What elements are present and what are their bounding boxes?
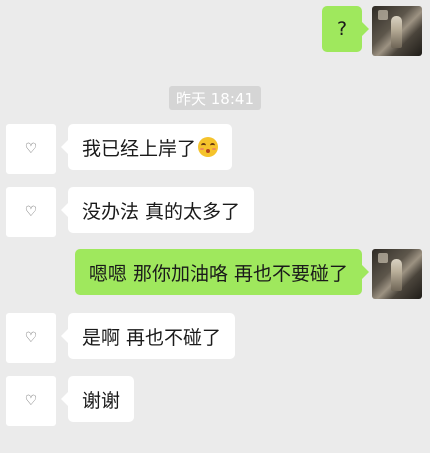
message-row: ♡ 是啊 再也不碰了 (0, 313, 430, 371)
contact-avatar[interactable]: ♡ (6, 313, 56, 363)
avatar-light (378, 10, 388, 20)
message-text: 我已经上岸了 (82, 137, 197, 160)
message-bubble-other[interactable]: 我已经上岸了 (60, 124, 233, 170)
message-row: 嗯嗯 那你加油咯 再也不要碰了 (0, 249, 430, 307)
message-bubble-other[interactable]: 是啊 再也不碰了 (60, 313, 236, 359)
flushed-face-emoji-icon (198, 137, 219, 157)
message-text: 嗯嗯 那你加油咯 再也不要碰了 (88, 262, 348, 285)
chat-timestamp: 昨天 18:41 (169, 86, 261, 110)
message-row: ♡ 谢谢 (0, 376, 430, 434)
avatar-figure (391, 259, 402, 291)
heart-icon: ♡ (24, 204, 38, 220)
message-text: 是啊 再也不碰了 (82, 326, 222, 349)
message-text: 没办法 真的太多了 (82, 200, 241, 223)
contact-avatar[interactable]: ♡ (6, 376, 56, 426)
message-bubble-self[interactable]: 嗯嗯 那你加油咯 再也不要碰了 (74, 249, 370, 295)
message-text: 谢谢 (82, 389, 121, 412)
avatar-light (378, 253, 388, 263)
message-row: ♡ 没办法 真的太多了 (0, 187, 430, 245)
self-avatar[interactable] (372, 249, 422, 299)
self-avatar[interactable] (372, 6, 422, 56)
heart-icon: ♡ (24, 141, 38, 157)
heart-icon: ♡ (24, 393, 38, 409)
heart-icon: ♡ (24, 330, 38, 346)
message-row: ♡ 我已经上岸了 (0, 124, 430, 182)
contact-avatar[interactable]: ♡ (6, 187, 56, 237)
message-bubble-self[interactable]: ? (322, 6, 369, 52)
message-bubble-other[interactable]: 谢谢 (60, 376, 135, 422)
avatar-figure (391, 16, 402, 48)
message-text: ? (336, 18, 348, 40)
contact-avatar[interactable]: ♡ (6, 124, 56, 174)
message-bubble-other[interactable]: 没办法 真的太多了 (60, 187, 255, 233)
message-row: ? (0, 6, 430, 64)
